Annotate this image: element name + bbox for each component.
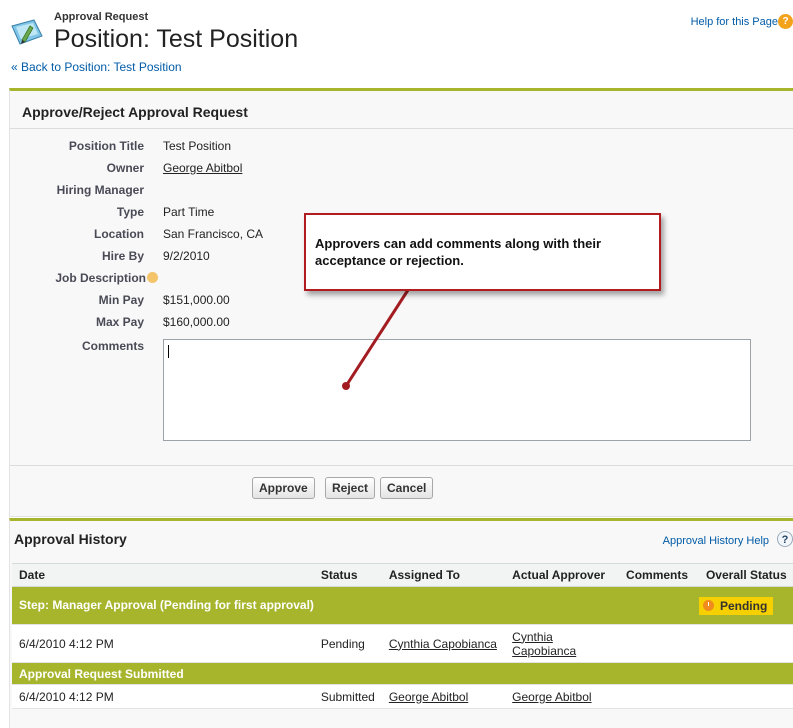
column-header[interactable]: Status: [313, 563, 382, 587]
callout-text: Approvers can add comments along with th…: [315, 236, 602, 268]
approval-history-help-link[interactable]: Approval History Help: [663, 535, 769, 547]
comments-textarea[interactable]: [163, 339, 751, 441]
column-header[interactable]: Comments: [619, 563, 699, 587]
approval-history-table: Date Status Assigned To Actual Approver …: [12, 563, 793, 709]
step-row: Approval Request Submitted: [12, 662, 793, 685]
column-header[interactable]: Actual Approver: [505, 563, 620, 587]
actual-approver-link[interactable]: George Abitbol: [512, 690, 591, 704]
position-title-label: Position Title: [68, 139, 144, 153]
location-value: San Francisco, CA: [163, 227, 264, 241]
step-row: Step: Manager Approval (Pending for firs…: [12, 586, 793, 625]
table-header-row: Date Status Assigned To Actual Approver …: [12, 563, 793, 587]
type-label: Type: [116, 205, 144, 219]
back-link[interactable]: « Back to Position: Test Position: [11, 60, 182, 74]
position-title-value: Test Position: [163, 139, 232, 153]
step-label: Approval Request Submitted: [12, 662, 793, 685]
cancel-button[interactable]: Cancel: [380, 477, 434, 499]
job-description-label: Job Description: [55, 271, 146, 285]
min-pay-label: Min Pay: [98, 293, 144, 307]
pending-badge: Pending: [698, 596, 774, 615]
job-description-row: Job Description: [55, 271, 158, 285]
status-cell: Pending: [313, 624, 382, 663]
callout-box: Approvers can add comments along with th…: [304, 213, 661, 291]
overall-status-cell: [698, 684, 793, 709]
comments-cell: [619, 684, 699, 709]
column-header[interactable]: Date: [12, 563, 314, 587]
overall-status-cell: Pending: [698, 586, 793, 625]
owner-link[interactable]: George Abitbol: [163, 161, 242, 175]
owner-label: Owner: [106, 161, 144, 175]
approval-history-panel: Approval History Approval History Help ?…: [9, 518, 793, 728]
table-row: 6/4/2010 4:12 PM Submitted George Abitbo…: [12, 684, 793, 709]
hire-by-value: 9/2/2010: [163, 249, 210, 263]
comments-cell: [619, 624, 699, 663]
min-pay-value: $151,000.00: [163, 293, 230, 307]
overall-status-text: Pending: [719, 598, 768, 613]
text-cursor: [168, 345, 169, 358]
hiring-manager-label: Hiring Manager: [56, 183, 144, 197]
reject-button[interactable]: Reject: [325, 477, 376, 499]
page-subtitle: Approval Request: [54, 11, 149, 23]
approve-reject-panel: Approve/Reject Approval Request Position…: [9, 88, 793, 517]
help-for-page-link[interactable]: Help for this Page: [691, 16, 778, 28]
info-icon[interactable]: [147, 272, 158, 283]
assigned-to-link[interactable]: George Abitbol: [389, 690, 468, 704]
max-pay-value: $160,000.00: [163, 315, 230, 329]
help-icon[interactable]: ?: [778, 14, 793, 29]
divider: [10, 128, 793, 129]
step-label: Step: Manager Approval (Pending for firs…: [12, 586, 699, 625]
actual-approver-link[interactable]: Cynthia Capobianca: [512, 630, 576, 658]
clock-icon: [702, 599, 714, 611]
table-row: 6/4/2010 4:12 PM Pending Cynthia Capobia…: [12, 624, 793, 663]
assigned-to-link[interactable]: Cynthia Capobianca: [389, 637, 497, 651]
location-label: Location: [94, 227, 144, 241]
hire-by-label: Hire By: [101, 249, 144, 263]
page-title: Position: Test Position: [54, 25, 299, 53]
type-value: Part Time: [163, 205, 215, 219]
approve-button[interactable]: Approve: [252, 477, 315, 499]
help-icon[interactable]: ?: [777, 531, 793, 547]
status-cell: Submitted: [313, 684, 382, 709]
approval-document-icon: [11, 19, 43, 45]
column-header[interactable]: Assigned To: [381, 563, 506, 587]
divider: [10, 465, 793, 466]
comments-label: Comments: [81, 339, 144, 353]
column-header[interactable]: Overall Status: [698, 563, 793, 587]
panel-title: Approve/Reject Approval Request: [22, 104, 248, 120]
overall-status-cell: [698, 624, 793, 663]
date-cell: 6/4/2010 4:12 PM: [12, 624, 314, 663]
history-title: Approval History: [14, 531, 127, 547]
max-pay-label: Max Pay: [95, 315, 144, 329]
date-cell: 6/4/2010 4:12 PM: [12, 684, 314, 709]
